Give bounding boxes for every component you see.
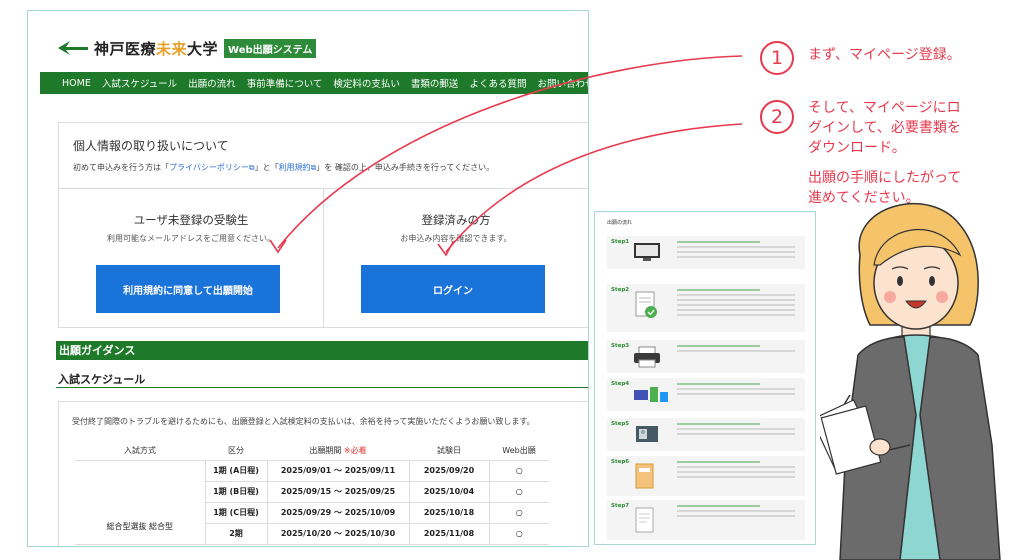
step-1-text: まず、マイページ登録。	[808, 47, 961, 63]
nav-preparation[interactable]: 事前準備について	[247, 76, 323, 90]
main-nav: HOME 入試スケジュール 出願の流れ 事前準備について 検定料の支払い 書類の…	[40, 72, 588, 94]
nav-schedule[interactable]: 入試スケジュール	[102, 76, 177, 90]
step-2-text: そして、マイページにロ グインして、必要書類を ダウンロード。	[808, 100, 961, 156]
login-button[interactable]: ログイン	[361, 265, 545, 313]
new-user-sub: 利用可能なメールアドレスをご用意ください。	[107, 234, 275, 243]
application-flow-document: 出願の流れ Step1 Step2 Step3 Step4 Step5 Step…	[594, 211, 816, 545]
flow-step-7: Step7	[607, 500, 805, 540]
col-period: 出願期間 ※必着	[267, 441, 409, 461]
nav-mailing[interactable]: 書類の郵送	[411, 76, 459, 90]
nav-contact[interactable]: お問い合わせ	[537, 76, 588, 90]
schedule-heading: 入試スケジュール	[58, 373, 146, 386]
site-logo[interactable]: 神戸医療未来大学 Web出願システム	[56, 35, 317, 61]
col-exam: 試験日	[409, 441, 489, 461]
nav-home[interactable]: HOME	[62, 78, 91, 89]
login-panels: ユーザ未登録の受験生 利用可能なメールアドレスをご用意ください。 利用規約に同意…	[58, 188, 588, 328]
flow-title: 出願の流れ	[607, 220, 633, 226]
col-web: Web出願	[489, 441, 549, 461]
envelope-icon	[635, 463, 654, 489]
nav-faq[interactable]: よくある質問	[469, 76, 526, 90]
web-application-badge: Web出願システム	[224, 38, 317, 58]
flow-step-4: Step4	[607, 378, 805, 411]
screenshot-frame: 神戸医療未来大学 Web出願システム HOME 入試スケジュール 出願の流れ 事…	[27, 10, 589, 547]
registered-sub: お申込み内容を確認できます。	[400, 234, 512, 243]
flow-step-3: Step3	[607, 340, 805, 373]
monitor-icon	[634, 243, 660, 261]
printer-icon	[634, 346, 660, 368]
wing-logo-icon	[58, 41, 88, 55]
flow-step-2: Step2	[607, 284, 805, 332]
guidance-header: 出願ガイダンス	[56, 341, 588, 360]
table-header-row: 入試方式 区分 出願期間 ※必着 試験日 Web出願	[75, 441, 549, 461]
col-term: 区分	[205, 441, 267, 461]
privacy-note: 初めて申込みを行う方は「プライバシーポリシー⧉」と「利用規約⧉」を 確認の上、申…	[73, 163, 495, 172]
schedule-note: 受付終了間際のトラブルを避けるためにも、出願登録と入試検定料の支払いは、余裕を持…	[72, 417, 535, 426]
flow-step-6: Step6	[607, 456, 805, 496]
schedule-table: 入試方式 区分 出願期間 ※必着 試験日 Web出願 総合型選抜 総合型 1期 …	[75, 441, 549, 545]
table-row: 総合型選抜 総合型 1期 (A日程) 2025/09/01 ～ 2025/09/…	[75, 460, 549, 545]
privacy-section: 個人情報の取り扱いについて 初めて申込みを行う方は「プライバシーポリシー⧉」と「…	[58, 122, 588, 188]
start-application-button[interactable]: 利用規約に同意して出願開始	[96, 265, 280, 313]
col-method: 入試方式	[75, 441, 205, 461]
new-user-panel: ユーザ未登録の受験生 利用可能なメールアドレスをご用意ください。 利用規約に同意…	[59, 189, 323, 327]
privacy-title: 個人情報の取り扱いについて	[73, 139, 229, 153]
registered-user-panel: 登録済みの方 お申込み内容を確認できます。 ログイン	[323, 189, 588, 327]
photo-upload-icon	[636, 426, 658, 442]
terms-link[interactable]: 利用規約	[279, 163, 311, 172]
schedule-divider	[56, 387, 588, 388]
document-check-icon	[635, 291, 657, 318]
privacy-policy-link[interactable]: プライバシーポリシー	[169, 163, 249, 172]
step-1-marker: 1	[760, 41, 794, 75]
guide-woman-illustration	[820, 202, 1001, 560]
university-name: 神戸医療未来大学	[94, 39, 219, 58]
flow-step-5: Step5	[607, 418, 805, 451]
admission-ticket-icon	[635, 507, 654, 533]
new-user-title: ユーザ未登録の受験生	[133, 213, 249, 227]
registered-title: 登録済みの方	[421, 213, 491, 227]
method-cell: 総合型選抜 総合型	[75, 460, 205, 545]
nav-payment[interactable]: 検定料の支払い	[333, 76, 400, 90]
flow-step-1: Step1	[607, 236, 805, 269]
stage: 神戸医療未来大学 Web出願システム HOME 入試スケジュール 出願の流れ 事…	[0, 0, 1024, 560]
step-2-marker: 2	[760, 100, 794, 134]
nav-flow[interactable]: 出願の流れ	[188, 76, 236, 90]
payment-icon	[634, 387, 668, 402]
